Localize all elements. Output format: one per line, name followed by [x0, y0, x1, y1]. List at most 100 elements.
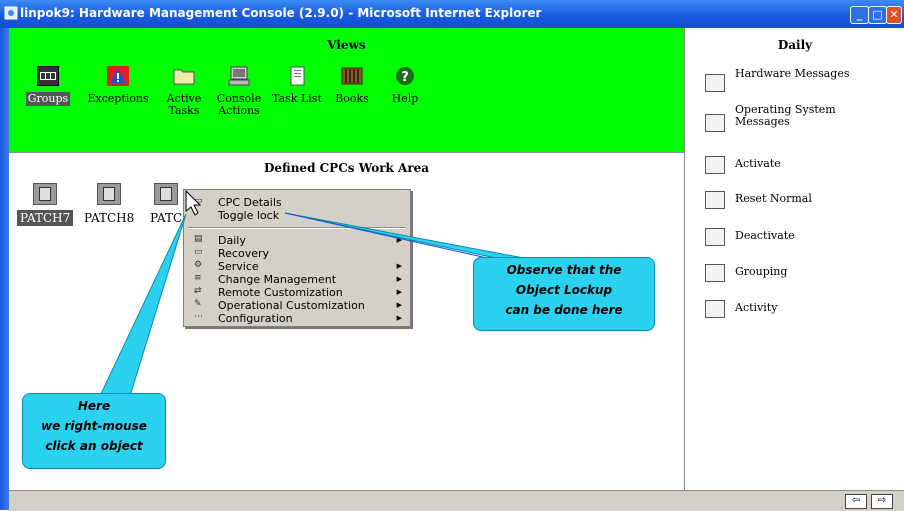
menu-item-label: Recovery [218, 247, 270, 260]
view-groups-label: Groups [25, 92, 71, 106]
menu-item-service[interactable]: ⚙ Service ▶ [184, 260, 410, 273]
cpc-icon [33, 183, 58, 205]
service-icon: ⚙ [194, 260, 203, 270]
cpc-label: PATC [150, 211, 183, 225]
close-button[interactable]: ✕ [886, 6, 902, 24]
view-books-label: Books [335, 92, 369, 105]
menu-item-label: Toggle lock [218, 209, 280, 222]
submenu-arrow-icon: ▶ [396, 314, 402, 322]
groups-icon [37, 66, 59, 86]
view-active-tasks-label: Active Tasks [166, 92, 202, 117]
configuration-icon: ⋯ [194, 312, 203, 322]
folder-icon [173, 66, 195, 86]
forward-arrow-icon[interactable]: ⇨ [871, 494, 893, 509]
callout-line: Observe that the [506, 263, 622, 277]
callout-line: Here [77, 399, 111, 413]
submenu-arrow-icon: ▶ [396, 236, 402, 244]
sidebar-heading: Daily [777, 38, 813, 52]
menu-item-toggle-lock[interactable]: Toggle lock [184, 209, 410, 222]
view-groups[interactable]: Groups [15, 66, 81, 106]
view-task-list[interactable]: Task List [267, 66, 327, 106]
cpc-object[interactable]: PATCH8 [81, 183, 137, 225]
deactivate-icon [705, 228, 725, 246]
workarea-heading: Defined CPCs Work Area [263, 161, 430, 175]
cpc-icon [97, 183, 122, 205]
task-list-icon [286, 66, 308, 86]
click-callout: Here we right-mouse click an object [22, 393, 166, 469]
svg-text:?: ? [401, 70, 409, 85]
exceptions-icon [107, 66, 129, 86]
activate-icon [705, 156, 725, 174]
reset-normal-icon [705, 191, 725, 209]
recovery-icon: ▭ [194, 247, 203, 257]
view-console-actions-label: Console Actions [216, 92, 262, 117]
task-label: Activity [735, 301, 778, 314]
menu-item-remote-customization[interactable]: ⇄ Remote Customization ▶ [184, 286, 410, 299]
menu-separator [188, 227, 406, 229]
books-icon [341, 66, 363, 86]
view-exceptions-label: Exceptions [87, 92, 149, 105]
ie-app-icon [4, 6, 18, 20]
menu-item-label: Configuration [218, 312, 293, 325]
submenu-arrow-icon: ▶ [396, 288, 402, 296]
submenu-arrow-icon: ▶ [396, 262, 402, 270]
console-icon [228, 66, 250, 86]
menu-item-change-management[interactable]: ≡ Change Management ▶ [184, 273, 410, 286]
daily-tasks-panel: Daily Hardware Messages Operating System… [684, 28, 904, 490]
task-label: Reset Normal [735, 192, 812, 205]
cpc-label: PATCH8 [84, 211, 135, 225]
remote-customization-icon: ⇄ [194, 286, 202, 296]
view-console-actions[interactable]: Console Actions [207, 66, 271, 118]
window-titlebar: linpok9: Hardware Management Console (2.… [0, 0, 904, 28]
menu-item-label: Operational Customization [218, 299, 365, 312]
submenu-arrow-icon: ▶ [396, 301, 402, 309]
views-heading: Views [327, 38, 366, 52]
change-management-icon: ≡ [194, 273, 202, 283]
view-help-label: Help [391, 92, 419, 105]
daily-icon: ▤ [194, 234, 203, 244]
context-menu: ▭ CPC Details Toggle lock ▤ Daily ▶ ▭ Re… [183, 189, 411, 327]
operational-customization-icon: ✎ [194, 299, 202, 309]
grouping-icon [705, 264, 725, 282]
menu-item-label: Service [218, 260, 259, 273]
task-label: Activate [735, 157, 781, 170]
menu-item-cpc-details[interactable]: ▭ CPC Details [184, 196, 410, 209]
window-frame [0, 28, 9, 510]
menu-item-label: Remote Customization [218, 286, 343, 299]
window-title: linpok9: Hardware Management Console (2.… [20, 6, 542, 20]
task-label: Deactivate [735, 229, 795, 242]
os-messages-icon [705, 114, 725, 132]
view-active-tasks[interactable]: Active Tasks [155, 66, 213, 118]
callout-line: can be done here [505, 303, 623, 317]
maximize-button[interactable]: □ [868, 6, 887, 24]
task-label: Grouping [735, 265, 788, 278]
lock-callout: Observe that the Object Lockup can be do… [473, 257, 655, 331]
cpc-object[interactable]: PATCH7 [17, 183, 74, 226]
minimize-button[interactable]: _ [850, 6, 869, 24]
menu-item-label: Daily [218, 234, 246, 247]
task-label: Hardware Messages [735, 67, 850, 80]
view-help[interactable]: ? Help [377, 66, 433, 106]
menu-item-daily[interactable]: ▤ Daily ▶ [184, 234, 410, 247]
activity-icon [705, 300, 725, 318]
cpc-label: PATCH7 [17, 210, 74, 226]
view-task-list-label: Task List [272, 92, 322, 105]
views-panel: Views Groups Exceptions Active Tasks Con… [9, 28, 684, 153]
task-label: Operating System Messages [735, 103, 836, 128]
callout-line: Object Lockup [515, 283, 613, 297]
view-books[interactable]: Books [323, 66, 381, 106]
hardware-messages-icon [705, 74, 725, 92]
cpc-object[interactable]: PATC [147, 183, 185, 225]
details-icon: ▭ [194, 196, 203, 206]
menu-item-configuration[interactable]: ⋯ Configuration ▶ [184, 312, 410, 325]
menu-item-operational-customization[interactable]: ✎ Operational Customization ▶ [184, 299, 410, 312]
view-exceptions[interactable]: Exceptions [85, 66, 151, 106]
status-bar: ⇦ ⇨ [9, 490, 904, 511]
submenu-arrow-icon: ▶ [396, 275, 402, 283]
callout-line: we right-mouse [41, 419, 147, 433]
menu-item-recovery[interactable]: ▭ Recovery [184, 247, 410, 260]
cpc-icon [154, 183, 179, 205]
help-icon: ? [394, 66, 416, 86]
callout-line: click an object [45, 439, 143, 453]
back-arrow-icon[interactable]: ⇦ [845, 494, 867, 509]
